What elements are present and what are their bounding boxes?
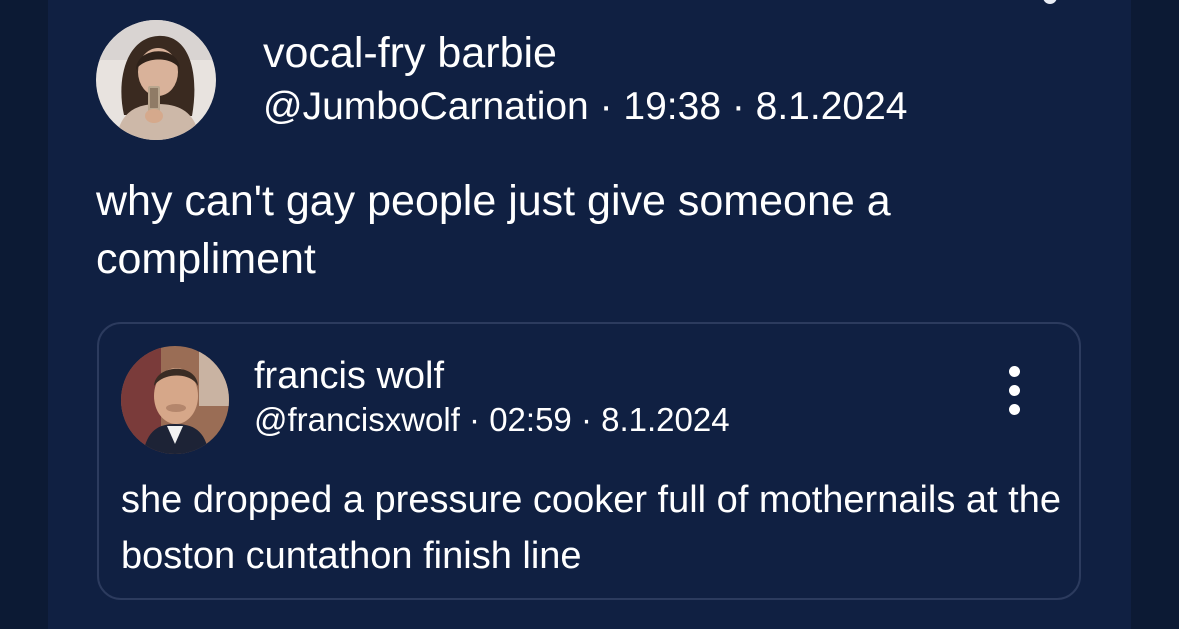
screen: vocal-fry barbie @JumboCarnation · 19:38… [0,0,1179,629]
author-handle-timestamp: @JumboCarnation · 19:38 · 8.1.2024 [263,85,908,128]
right-gutter [1131,0,1179,629]
quoted-author-handle-timestamp: @francisxwolf · 02:59 · 8.1.2024 [254,401,730,438]
quoted-author-avatar[interactable] [121,346,229,454]
quoted-author-display-name[interactable]: francis wolf [254,354,444,398]
author-avatar[interactable] [96,20,216,140]
post-text: why can't gay people just give someone a… [96,177,891,283]
author-display-name[interactable]: vocal-fry barbie [263,28,557,78]
avatar-photo-icon [96,20,216,140]
more-vertical-icon[interactable] [995,364,1035,418]
left-gutter [0,0,48,629]
quoted-post[interactable]: francis wolf @francisxwolf · 02:59 · 8.1… [97,322,1081,600]
quoted-post-text: she dropped a pressure cooker full of mo… [121,479,1061,577]
quoted-avatar-photo-icon [121,346,229,454]
